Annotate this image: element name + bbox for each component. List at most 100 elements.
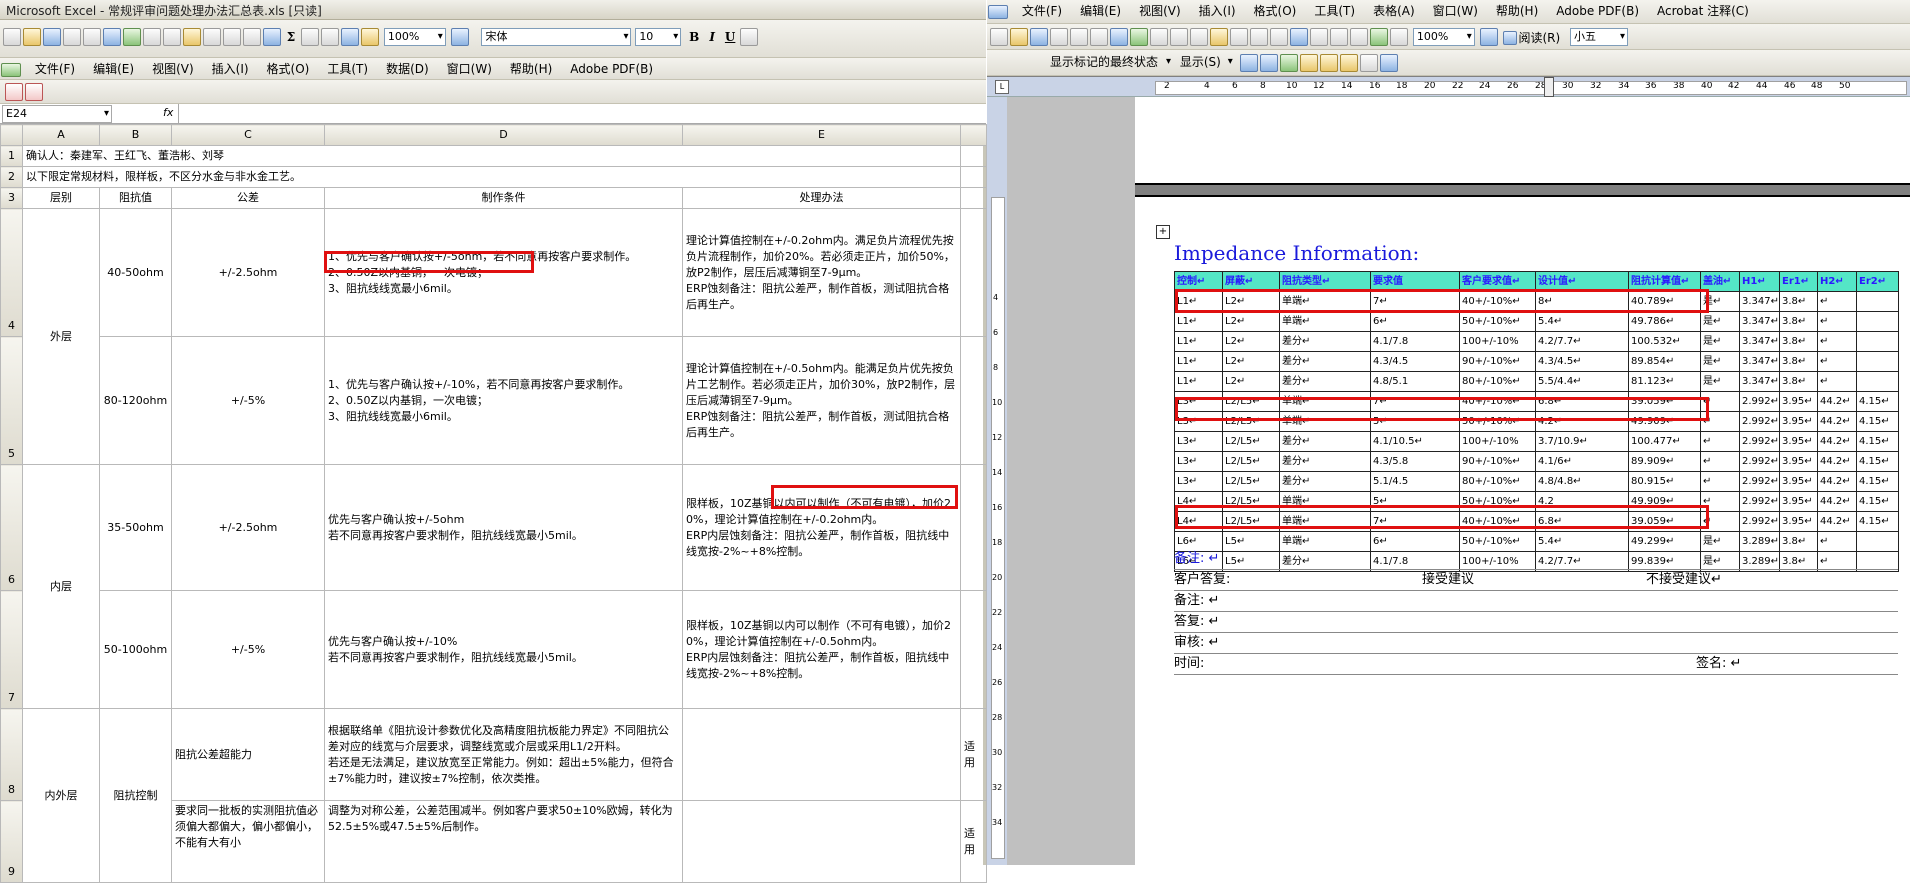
word-print-preview-icon[interactable] — [1110, 28, 1128, 46]
header-tolerance[interactable]: 公差 — [171, 187, 325, 209]
impedance-cell[interactable] — [1856, 371, 1899, 392]
permission-icon[interactable] — [63, 28, 81, 46]
excel-menu-tools[interactable]: 工具(T) — [318, 58, 377, 80]
align-left-icon[interactable] — [740, 28, 759, 46]
impedance-cell[interactable]: L2↵ — [1222, 311, 1280, 332]
cell-a1[interactable]: 确认人：秦建军、王红飞、董浩彬、刘琴 — [22, 145, 961, 167]
review-line[interactable]: 审核: ↵ — [1174, 633, 1898, 654]
word-menu-table[interactable]: 表格(A) — [1364, 0, 1424, 22]
impedance-cell[interactable]: 44.2↵ — [1817, 491, 1857, 512]
sign-label[interactable]: 签名: ↵ — [1696, 654, 1741, 674]
print-icon[interactable] — [83, 28, 101, 46]
header-condition[interactable]: 制作条件 — [324, 187, 683, 209]
cell-impedance-control[interactable]: 阻抗控制 — [99, 708, 172, 883]
select-all-corner[interactable] — [0, 124, 23, 146]
italic-button[interactable]: I — [703, 28, 721, 46]
cell-imp[interactable]: 80-120ohm — [99, 336, 172, 465]
impedance-cell[interactable] — [1856, 311, 1899, 332]
ruler-tab-selector[interactable]: L — [995, 80, 1009, 94]
cell-inner-layer[interactable]: 内层 — [22, 464, 100, 709]
column-header-a[interactable]: A — [22, 124, 100, 146]
impedance-cell[interactable]: ↵ — [1817, 291, 1857, 312]
bold-button[interactable]: B — [685, 28, 703, 46]
undo-icon[interactable] — [223, 28, 241, 46]
impedance-cell[interactable]: 4.15↵ — [1856, 431, 1899, 452]
cell-f2[interactable] — [960, 166, 987, 188]
impedance-cell[interactable]: ↵ — [1817, 371, 1857, 392]
underline-button[interactable]: U — [721, 28, 739, 46]
word-menu-file[interactable]: 文件(F) — [1013, 0, 1071, 22]
word-font-size-select[interactable]: 小五 — [1570, 28, 1629, 46]
formula-input[interactable] — [178, 104, 985, 123]
word-menu-window[interactable]: 窗口(W) — [1424, 0, 1487, 22]
impedance-cell[interactable]: 3.95↵ — [1779, 411, 1818, 432]
impedance-cell[interactable]: 90+/-10%↵ — [1459, 351, 1536, 372]
cell-imp[interactable]: 40-50ohm — [99, 208, 172, 337]
word-menu-adobe-pdf[interactable]: Adobe PDF(B) — [1547, 0, 1648, 22]
cell-cond[interactable]: 根据联络单《阻抗设计参数优化及高精度阻抗板能力界定》不同阻抗公差对应的线宽与介层… — [324, 708, 683, 801]
impedance-cell[interactable]: 44.2↵ — [1817, 411, 1857, 432]
header-method[interactable]: 处理办法 — [682, 187, 961, 209]
word-tables-icon[interactable] — [1310, 28, 1328, 46]
impedance-cell[interactable]: 差分↵ — [1279, 431, 1371, 452]
word-help-icon[interactable] — [1479, 28, 1498, 46]
row-header-1[interactable]: 1 — [0, 145, 23, 167]
accept-change-icon[interactable] — [1279, 54, 1298, 72]
cell-imp[interactable]: 35-50ohm — [99, 464, 172, 591]
column-header-c[interactable]: C — [171, 124, 325, 146]
word-drawing-icon[interactable] — [1370, 28, 1388, 46]
cell-cond[interactable]: 调整为对称公差，公差范围减半。例如客户要求50±10%欧姆，转化为52.5±5%… — [324, 800, 683, 883]
impedance-cell[interactable]: 44.2↵ — [1817, 471, 1857, 492]
next-change-icon[interactable] — [1259, 54, 1278, 72]
cell-inner-outer-layer[interactable]: 内外层 — [22, 708, 100, 883]
cell-method[interactable]: 理论计算值控制在+/-0.5ohm内。能满足负片优先按负片工艺制作。若必须走正片… — [682, 336, 961, 465]
word-menu-tools[interactable]: 工具(T) — [1305, 0, 1364, 22]
print-preview-icon[interactable] — [103, 28, 121, 46]
excel-menu-file[interactable]: 文件(F) — [26, 58, 84, 80]
impedance-cell[interactable] — [1856, 291, 1899, 312]
impedance-cell[interactable]: 差分↵ — [1279, 451, 1371, 472]
copy-icon[interactable] — [163, 28, 181, 46]
word-open-icon[interactable] — [1010, 28, 1028, 46]
word-undo-icon[interactable] — [1250, 28, 1268, 46]
cell-f8[interactable]: 适用 — [960, 708, 987, 801]
th-er1[interactable]: Er1↵ — [1779, 271, 1818, 292]
excel-menu-window[interactable]: 窗口(W) — [438, 58, 501, 80]
note-line-1[interactable]: 备注: ↵ — [1174, 549, 1898, 570]
ruler-indent-marker[interactable] — [1544, 77, 1554, 97]
impedance-cell[interactable]: 差分↵ — [1279, 471, 1371, 492]
impedance-cell[interactable]: 44.2↵ — [1817, 511, 1857, 532]
impedance-cell[interactable]: 90+/-10%↵ — [1459, 451, 1536, 472]
word-save-icon[interactable] — [1030, 28, 1048, 46]
cell-method[interactable]: 理论计算值控制在+/-0.2ohm内。满足负片流程优先按负片流程制作，加价20%… — [682, 208, 961, 337]
word-menu-insert[interactable]: 插入(I) — [1190, 0, 1245, 22]
impedance-cell[interactable] — [1856, 351, 1899, 372]
impedance-cell[interactable]: 3.8↵ — [1779, 371, 1818, 392]
cell-tol-over-capacity[interactable]: 阻抗公差超能力 — [171, 708, 325, 801]
impedance-cell[interactable]: 差分↵ — [1279, 351, 1371, 372]
impedance-cell[interactable]: 4.15↵ — [1856, 411, 1899, 432]
impedance-cell[interactable]: 2.992↵ — [1739, 431, 1780, 452]
cell-imp[interactable]: 50-100ohm — [99, 590, 172, 709]
row-header-2[interactable]: 2 — [0, 166, 23, 188]
header-layer[interactable]: 层别 — [22, 187, 100, 209]
impedance-cell[interactable]: 单端↵ — [1279, 311, 1371, 332]
cell-tol[interactable]: +/-5% — [171, 336, 325, 465]
word-vertical-ruler[interactable]: 4 6 8 10 12 14 16 18 20 22 24 26 28 30 3… — [987, 97, 1007, 865]
impedance-cell[interactable]: 50+/-10%↵ — [1459, 311, 1536, 332]
open-icon[interactable] — [23, 28, 41, 46]
impedance-cell[interactable]: 差分↵ — [1279, 371, 1371, 392]
header-impedance[interactable]: 阻抗值 — [99, 187, 172, 209]
spelling-icon[interactable] — [123, 28, 141, 46]
cell-f7[interactable] — [960, 590, 987, 709]
word-menu-acrobat-comments[interactable]: Acrobat 注释(C) — [1648, 0, 1758, 22]
word-research-icon[interactable] — [1150, 28, 1168, 46]
excel-menu-help[interactable]: 帮助(H) — [501, 58, 561, 80]
impedance-cell[interactable]: L1↵ — [1174, 351, 1223, 372]
impedance-cell[interactable]: ↵ — [1817, 311, 1857, 332]
impedance-cell[interactable]: 3.8↵ — [1779, 311, 1818, 332]
cell-f5[interactable] — [960, 336, 987, 465]
impedance-cell[interactable]: 差分↵ — [1279, 331, 1371, 352]
impedance-cell[interactable]: L1↵ — [1174, 311, 1223, 332]
impedance-cell[interactable]: 4.15↵ — [1856, 491, 1899, 512]
